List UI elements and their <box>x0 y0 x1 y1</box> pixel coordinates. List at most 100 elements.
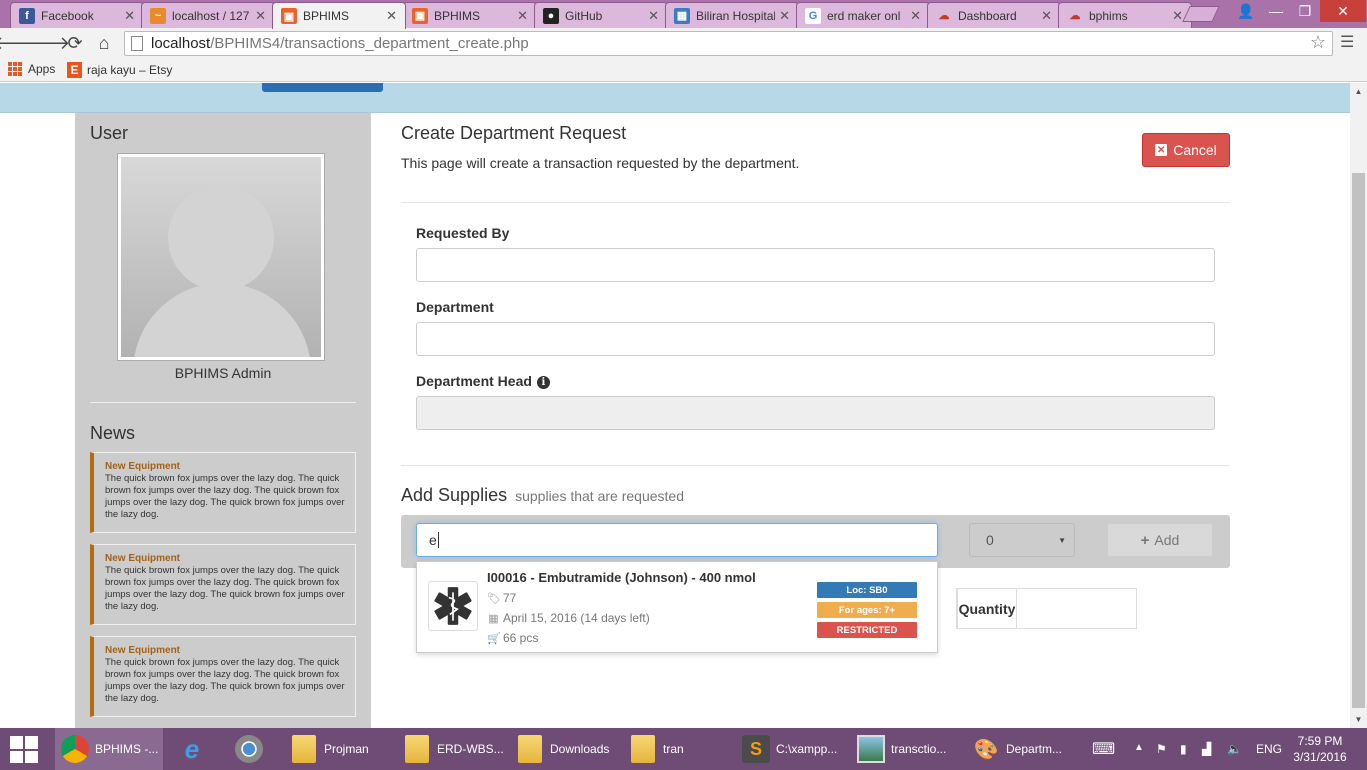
close-icon[interactable]: ✕ <box>124 8 135 24</box>
forward-icon[interactable]: 🡒 <box>22 32 70 54</box>
taskbar-item-erd[interactable]: ERD-WBS... <box>397 728 505 770</box>
quantity-select[interactable]: 0 ▼ <box>969 523 1075 557</box>
taskbar-item-paint[interactable]: 🎨 Departm... <box>966 728 1074 770</box>
tab-phpmyadmin[interactable]: ~ localhost / 127 ✕ <box>141 2 275 28</box>
tab-facebook[interactable]: f Facebook ✕ <box>10 2 144 28</box>
taskbar-item-chrome[interactable]: BPHIMS -... <box>55 728 163 770</box>
add-supply-button[interactable]: + Add <box>1107 523 1213 557</box>
close-icon: ✕ <box>1155 144 1168 156</box>
menu-icon[interactable]: ☰ <box>1340 32 1354 52</box>
user-icon[interactable]: 👤 <box>1231 0 1261 22</box>
news-heading: News <box>90 423 136 443</box>
add-supplies-title: Add Supplies <box>401 485 508 505</box>
chevron-up-icon[interactable]: ▲ <box>1134 742 1144 753</box>
folder-icon <box>629 735 657 763</box>
tab-trello[interactable]: ▦ Biliran Hospital ✕ <box>665 2 799 28</box>
volume-icon[interactable]: 🔈 <box>1227 742 1242 756</box>
taskbar-item-downloads[interactable]: Downloads <box>510 728 618 770</box>
bookmark-etsy[interactable]: E raja kayu – Etsy <box>67 62 172 78</box>
address-bar[interactable]: localhost/BPHIMS4/transactions_departmen… <box>124 31 1333 56</box>
page-viewport: User BPHIMS Admin News New Equipment The… <box>0 83 1350 728</box>
bookmark-apps[interactable]: Apps <box>8 62 55 76</box>
new-tab-button[interactable] <box>1182 6 1220 22</box>
minimize-icon[interactable]: — <box>1261 0 1291 22</box>
paint-palette-icon: 🎨 <box>973 738 999 761</box>
chevron-down-icon: ▼ <box>1058 536 1066 545</box>
news-item[interactable]: New Equipment The quick brown fox jumps … <box>90 636 356 717</box>
tag-icon: 🏷 <box>487 592 501 605</box>
page-title: Create Department Request <box>401 123 627 143</box>
windows-taskbar: BPHIMS -... e Projman ERD-WBS... Downloa… <box>0 728 1367 770</box>
windows-start-icon[interactable] <box>10 736 38 763</box>
taskbar-item-tran[interactable]: tran <box>623 728 731 770</box>
trello-icon: ▦ <box>674 7 690 24</box>
taskbar-label: tran <box>663 742 684 756</box>
scrollbar-thumb[interactable] <box>1352 173 1365 708</box>
tab-label: localhost / 127 <box>172 8 250 23</box>
tab-bphims-repo[interactable]: ☁ bphims ✕ <box>1058 2 1192 28</box>
reload-icon[interactable]: ⟳ <box>63 32 87 54</box>
maximize-icon[interactable]: ❐ <box>1290 0 1320 22</box>
window-close-icon[interactable]: ✕ <box>1320 0 1366 22</box>
page-scrollbar[interactable]: ▲ ▼ <box>1350 83 1367 728</box>
news-body: The quick brown fox jumps over the lazy … <box>105 565 345 612</box>
cancel-button[interactable]: ✕ Cancel <box>1142 133 1230 167</box>
close-icon[interactable]: ✕ <box>386 8 397 24</box>
flag-icon[interactable]: ⚑ <box>1156 742 1167 756</box>
news-title: New Equipment <box>105 553 181 564</box>
requested-by-input[interactable] <box>416 248 1215 282</box>
tab-github[interactable]: ● GitHub ✕ <box>534 2 668 28</box>
bookmark-star-icon[interactable]: ☆ <box>1310 32 1326 53</box>
clock-time: 7:59 PM <box>1297 734 1343 748</box>
close-icon[interactable]: ✕ <box>1041 8 1052 24</box>
nav-active-tab[interactable] <box>262 83 383 92</box>
news-item[interactable]: New Equipment The quick brown fox jumps … <box>90 452 356 533</box>
taskbar-item-projman[interactable]: Projman <box>284 728 392 770</box>
stock-value: 66 pcs <box>503 631 539 645</box>
close-icon[interactable]: ✕ <box>255 8 266 24</box>
keyboard-icon[interactable]: ⌨ <box>1092 739 1115 759</box>
taskbar-item-sublime[interactable]: S C:\xampp... <box>736 728 844 770</box>
autocomplete-dropdown[interactable]: I00016 - Embutramide (Johnson) - 400 nmo… <box>416 561 938 653</box>
cancel-label: Cancel <box>1173 142 1217 158</box>
taskbar-item-photos[interactable]: transctio... <box>851 728 959 770</box>
google-icon: G <box>805 7 821 24</box>
tab-dashboard[interactable]: ☁ Dashboard ✕ <box>927 2 1061 28</box>
network-icon[interactable]: ▟ <box>1202 742 1211 756</box>
clock-date: 3/31/2016 <box>1293 750 1347 764</box>
cloud-icon: ☁ <box>1069 10 1081 22</box>
news-body: The quick brown fox jumps over the lazy … <box>105 473 345 520</box>
divider <box>90 402 356 403</box>
language-indicator[interactable]: ENG <box>1256 742 1282 756</box>
scroll-down-icon[interactable]: ▼ <box>1350 711 1367 728</box>
supplies-table-header: Quantity <box>956 588 1137 629</box>
tab-label: Dashboard <box>958 8 1017 23</box>
home-icon[interactable]: ⌂ <box>92 32 116 54</box>
tab-label: GitHub <box>565 8 603 23</box>
news-body: The quick brown fox jumps over the lazy … <box>105 657 345 704</box>
department-head-text: Department Head <box>416 373 532 389</box>
close-icon[interactable]: ✕ <box>910 8 921 24</box>
info-icon[interactable]: i <box>536 376 550 389</box>
tab-bphims[interactable]: ▣ BPHIMS ✕ <box>403 2 537 28</box>
tab-google[interactable]: G erd maker onl ✕ <box>796 2 930 28</box>
news-title: New Equipment <box>105 461 181 472</box>
tab-label: Facebook <box>41 8 94 23</box>
close-icon[interactable]: ✕ <box>779 8 790 24</box>
add-label: Add <box>1154 532 1180 548</box>
url-path: /BPHIMS4/transactions_department_create.… <box>210 35 529 52</box>
taskbar-item-chrome-2[interactable] <box>229 728 279 770</box>
downloads-folder-icon <box>516 735 544 763</box>
supply-search-input[interactable]: e <box>416 523 938 557</box>
tab-bphims-active[interactable]: ▣ BPHIMS ✕ <box>272 2 406 29</box>
system-clock[interactable]: 7:59 PM 3/31/2016 <box>1290 733 1350 765</box>
close-icon[interactable]: ✕ <box>517 8 528 24</box>
internet-explorer-icon: e <box>184 733 200 764</box>
department-input[interactable] <box>416 322 1215 356</box>
scroll-up-icon[interactable]: ▲ <box>1350 83 1367 100</box>
close-icon[interactable]: ✕ <box>648 8 659 24</box>
taskbar-item-ie[interactable]: e <box>172 728 222 770</box>
tab-label: BPHIMS <box>303 9 350 23</box>
battery-icon[interactable]: ▮ <box>1180 742 1187 756</box>
news-item[interactable]: New Equipment The quick brown fox jumps … <box>90 544 356 625</box>
